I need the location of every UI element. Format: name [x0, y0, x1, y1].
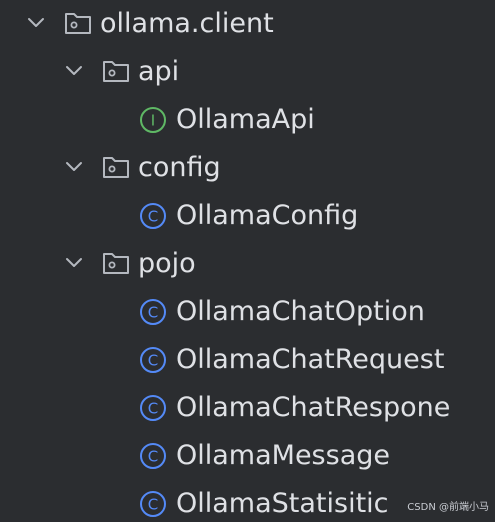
tree-node-config[interactable]: config: [0, 144, 495, 192]
tree-node-label: api: [138, 56, 180, 87]
tree-node-ollama-client[interactable]: ollama.client: [0, 0, 495, 48]
project-tree: ollama.client api I OllamaApi config C O…: [0, 0, 495, 522]
svg-text:C: C: [148, 208, 158, 226]
folder-icon: [103, 157, 129, 178]
tree-node-label: OllamaChatOption: [176, 296, 425, 327]
tree-node-pojo[interactable]: pojo: [0, 240, 495, 288]
tree-node-ollama-api[interactable]: I OllamaApi: [0, 96, 495, 144]
tree-node-label: OllamaConfig: [176, 200, 359, 231]
tree-node-ollama-statisitic[interactable]: C OllamaStatisitic: [0, 480, 495, 522]
tree-node-api[interactable]: api: [0, 48, 495, 96]
svg-text:C: C: [148, 496, 158, 514]
interface-icon: I: [140, 107, 166, 133]
chevron-down-icon[interactable]: [25, 12, 47, 34]
tree-node-label: OllamaChatRespone: [176, 392, 451, 423]
class-icon: C: [140, 443, 166, 469]
folder-icon: [103, 253, 129, 274]
tree-node-label: OllamaMessage: [176, 440, 390, 471]
tree-node-label: OllamaChatRequest: [176, 344, 445, 375]
tree-node-ollama-chat-respone[interactable]: C OllamaChatRespone: [0, 384, 495, 432]
folder-icon: [103, 61, 129, 82]
tree-node-ollama-chat-request[interactable]: C OllamaChatRequest: [0, 336, 495, 384]
chevron-down-icon[interactable]: [63, 60, 85, 82]
class-icon: C: [140, 203, 166, 229]
class-icon: C: [140, 395, 166, 421]
svg-text:C: C: [148, 352, 158, 370]
tree-node-label: pojo: [138, 248, 196, 279]
svg-text:C: C: [148, 400, 158, 418]
class-icon: C: [140, 347, 166, 373]
tree-node-label: OllamaApi: [176, 104, 315, 135]
watermark: CSDN @前端小马: [407, 502, 489, 513]
svg-text:C: C: [148, 448, 158, 466]
tree-node-ollama-chat-option[interactable]: C OllamaChatOption: [0, 288, 495, 336]
svg-text:C: C: [148, 304, 158, 322]
chevron-down-icon[interactable]: [63, 156, 85, 178]
tree-node-ollama-config[interactable]: C OllamaConfig: [0, 192, 495, 240]
svg-text:I: I: [151, 112, 155, 130]
class-icon: C: [140, 299, 166, 325]
tree-node-label: ollama.client: [100, 8, 274, 39]
folder-icon: [65, 13, 91, 34]
tree-node-ollama-message[interactable]: C OllamaMessage: [0, 432, 495, 480]
chevron-down-icon[interactable]: [63, 252, 85, 274]
tree-node-label: OllamaStatisitic: [176, 488, 389, 519]
class-icon: C: [140, 491, 166, 517]
tree-node-label: config: [138, 152, 221, 183]
